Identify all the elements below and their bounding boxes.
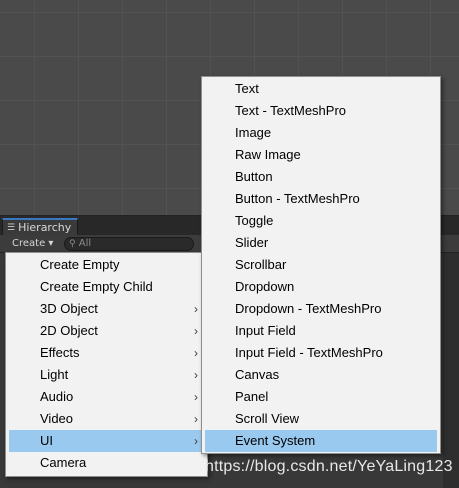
menu-item-label: Text bbox=[235, 81, 259, 96]
menu-item-label: Event System bbox=[235, 433, 316, 448]
menu-item-label: Input Field bbox=[235, 323, 296, 338]
menu-item-label: 3D Object bbox=[40, 301, 98, 316]
panel-scroll-area bbox=[443, 253, 459, 488]
create-button[interactable]: Create ▾ bbox=[6, 237, 59, 251]
submenu-item-dropdown[interactable]: Dropdown bbox=[205, 276, 437, 298]
menu-item-create-empty[interactable]: Create Empty bbox=[9, 254, 204, 276]
submenu-item-toggle[interactable]: Toggle bbox=[205, 210, 437, 232]
menu-item-label: Create Empty Child bbox=[40, 279, 153, 294]
menu-item-label: Button bbox=[235, 169, 273, 184]
menu-item-label: Image bbox=[235, 125, 272, 140]
submenu-item-button[interactable]: Button bbox=[205, 166, 437, 188]
ui-submenu: Text Text - TextMeshPro Image Raw Image … bbox=[201, 76, 441, 454]
chevron-right-icon: › bbox=[194, 302, 198, 316]
menu-item-label: Light bbox=[40, 367, 69, 382]
chevron-right-icon: › bbox=[194, 368, 198, 382]
menu-item-label: Slider bbox=[235, 235, 269, 250]
submenu-item-input-field-textmeshpro[interactable]: Input Field - TextMeshPro bbox=[205, 342, 437, 364]
submenu-item-slider[interactable]: Slider bbox=[205, 232, 437, 254]
submenu-item-input-field[interactable]: Input Field bbox=[205, 320, 437, 342]
create-menu: Create Empty Create Empty Child 3D Objec… bbox=[5, 252, 208, 477]
menu-item-3d-object[interactable]: 3D Object › bbox=[9, 298, 204, 320]
submenu-item-canvas[interactable]: Canvas bbox=[205, 364, 437, 386]
submenu-item-text-textmeshpro[interactable]: Text - TextMeshPro bbox=[205, 100, 437, 122]
submenu-item-scroll-view[interactable]: Scroll View bbox=[205, 408, 437, 430]
submenu-item-panel[interactable]: Panel bbox=[205, 386, 437, 408]
menu-item-video[interactable]: Video › bbox=[9, 408, 204, 430]
menu-item-label: Button - TextMeshPro bbox=[235, 191, 360, 206]
menu-item-label: Text - TextMeshPro bbox=[235, 103, 347, 118]
menu-item-label: UI bbox=[40, 433, 53, 448]
menu-item-create-empty-child[interactable]: Create Empty Child bbox=[9, 276, 204, 298]
menu-item-label: Create Empty bbox=[40, 257, 120, 272]
chevron-right-icon: › bbox=[194, 324, 198, 338]
menu-item-label: Scrollbar bbox=[235, 257, 287, 272]
chevron-right-icon: › bbox=[194, 346, 198, 360]
submenu-item-scrollbar[interactable]: Scrollbar bbox=[205, 254, 437, 276]
menu-item-label: Camera bbox=[40, 455, 87, 470]
menu-item-camera[interactable]: Camera bbox=[9, 452, 204, 474]
menu-item-2d-object[interactable]: 2D Object › bbox=[9, 320, 204, 342]
menu-item-label: Panel bbox=[235, 389, 269, 404]
submenu-item-event-system[interactable]: Event System bbox=[205, 430, 437, 452]
chevron-right-icon: › bbox=[194, 412, 198, 426]
menu-item-effects[interactable]: Effects › bbox=[9, 342, 204, 364]
tab-hierarchy[interactable]: ☰ Hierarchy bbox=[2, 218, 78, 235]
menu-item-ui[interactable]: UI › bbox=[9, 430, 204, 452]
menu-item-label: Dropdown bbox=[235, 279, 295, 294]
chevron-right-icon: › bbox=[194, 390, 198, 404]
menu-item-label: Raw Image bbox=[235, 147, 301, 162]
tab-label: Hierarchy bbox=[18, 220, 72, 234]
submenu-item-raw-image[interactable]: Raw Image bbox=[205, 144, 437, 166]
hamburger-icon: ☰ bbox=[7, 222, 16, 233]
menu-item-label: Scroll View bbox=[235, 411, 300, 426]
menu-item-label: Canvas bbox=[235, 367, 280, 382]
menu-item-label: Toggle bbox=[235, 213, 274, 228]
menu-item-label: Input Field - TextMeshPro bbox=[235, 345, 383, 360]
search-input[interactable]: ⚲ All bbox=[64, 237, 194, 251]
menu-item-light[interactable]: Light › bbox=[9, 364, 204, 386]
menu-item-label: Effects bbox=[40, 345, 80, 360]
submenu-item-image[interactable]: Image bbox=[205, 122, 437, 144]
watermark: https://blog.csdn.net/YeYaLing123 bbox=[205, 458, 453, 475]
submenu-item-text[interactable]: Text bbox=[205, 78, 437, 100]
menu-item-label: Video bbox=[40, 411, 74, 426]
chevron-right-icon: › bbox=[194, 434, 198, 448]
submenu-item-dropdown-textmeshpro[interactable]: Dropdown - TextMeshPro bbox=[205, 298, 437, 320]
menu-item-label: Audio bbox=[40, 389, 74, 404]
menu-item-audio[interactable]: Audio › bbox=[9, 386, 204, 408]
submenu-item-button-textmeshpro[interactable]: Button - TextMeshPro bbox=[205, 188, 437, 210]
search-icon: ⚲ bbox=[69, 239, 76, 249]
search-placeholder: All bbox=[78, 238, 92, 249]
menu-item-label: Dropdown - TextMeshPro bbox=[235, 301, 382, 316]
menu-item-label: 2D Object bbox=[40, 323, 98, 338]
